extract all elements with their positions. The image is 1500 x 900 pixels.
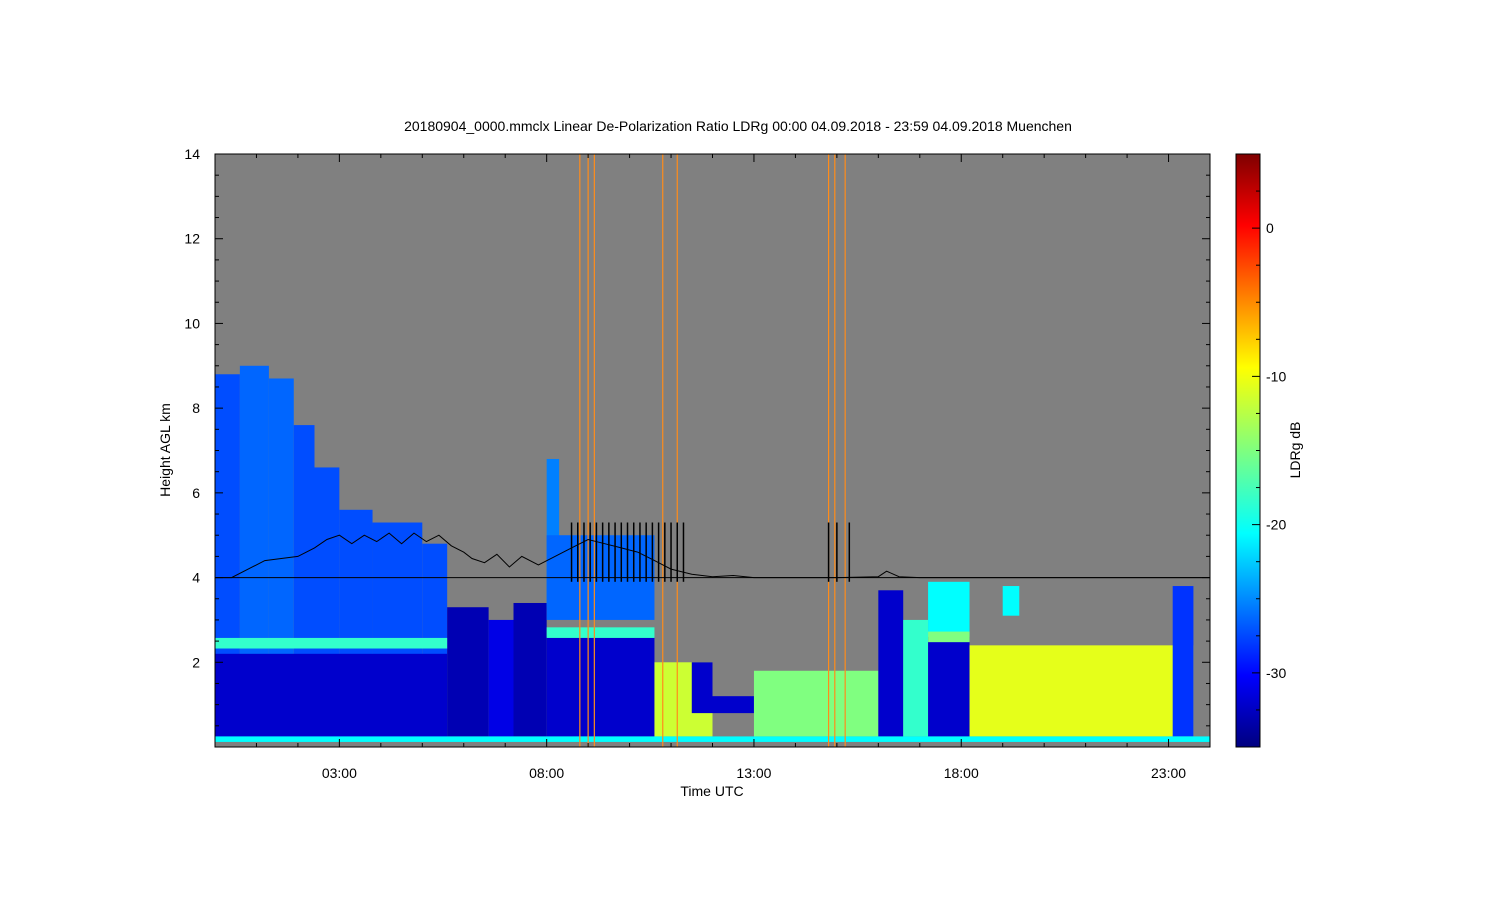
bright-band	[215, 637, 448, 649]
x-tick-label: 08:00	[529, 765, 564, 781]
x-axis-label: Time UTC	[680, 783, 743, 799]
ldr-region	[546, 636, 655, 737]
colorbar-label: LDRg dB	[1287, 422, 1303, 479]
bright-band	[546, 627, 655, 638]
ldr-region	[928, 636, 970, 737]
ldr-region	[903, 619, 929, 737]
ldr-region	[488, 619, 514, 737]
x-tick-label: 03:00	[322, 765, 357, 781]
ldr-region	[1172, 586, 1194, 737]
ldr-region	[753, 670, 879, 737]
ldr-chart: 20180904_0000.mmclx Linear De-Polarizati…	[157, 118, 1303, 799]
ldr-region	[1002, 586, 1020, 616]
y-tick-label: 14	[184, 146, 200, 162]
x-tick-label: 18:00	[944, 765, 979, 781]
y-tick-label: 2	[192, 654, 200, 670]
ldr-region	[447, 607, 489, 737]
y-tick-label: 12	[184, 231, 200, 247]
surface-layer	[215, 736, 1210, 742]
bright-band	[928, 631, 970, 643]
x-tick-label: 23:00	[1151, 765, 1186, 781]
y-axis-label: Height AGL km	[157, 403, 173, 497]
colorbar-tick-label: -20	[1266, 517, 1286, 533]
y-tick-label: 8	[192, 400, 200, 416]
colorbar-tick-label: -10	[1266, 368, 1286, 384]
ldr-region	[969, 645, 1194, 737]
ldr-region	[712, 696, 754, 714]
colorbar-tick-label: 0	[1266, 220, 1274, 236]
ldr-region	[691, 662, 713, 714]
chart-title: 20180904_0000.mmclx Linear De-Polarizati…	[404, 118, 1072, 134]
ldr-region	[513, 602, 547, 737]
y-tick-label: 10	[184, 315, 200, 331]
ldr-region	[928, 581, 970, 637]
x-tick-label: 13:00	[736, 765, 771, 781]
colorbar-tick-label: -30	[1266, 665, 1286, 681]
ldr-region	[878, 590, 904, 737]
y-tick-label: 4	[192, 570, 200, 586]
y-tick-label: 6	[192, 485, 200, 501]
ldr-region	[215, 653, 448, 737]
